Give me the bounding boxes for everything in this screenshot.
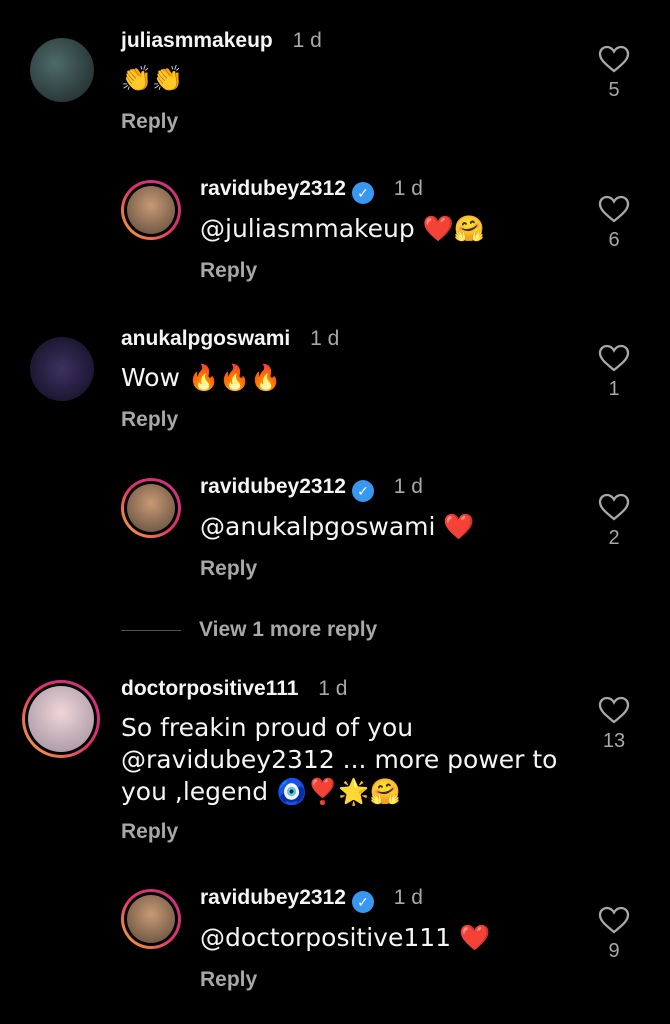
avatar[interactable] <box>121 478 181 538</box>
like-count: 2 <box>608 527 620 549</box>
timestamp: 1 d <box>318 677 348 700</box>
heart-icon[interactable] <box>598 195 630 223</box>
reply-button[interactable]: Reply <box>121 820 178 844</box>
heart-icon[interactable] <box>598 906 630 934</box>
comment-text-line: @ravidubey2312 ... more power to <box>121 745 558 774</box>
comment-text: So freakin proud of you @ravidubey2312 .… <box>121 712 557 808</box>
heart-icon[interactable] <box>598 45 630 73</box>
heart-icon[interactable] <box>598 344 630 372</box>
verified-badge-icon: ✓ <box>351 891 374 913</box>
timestamp: 1 d <box>393 475 423 498</box>
reply-button[interactable]: Reply <box>200 259 257 283</box>
avatar[interactable] <box>121 889 181 949</box>
like-count: 13 <box>602 730 626 752</box>
heart-icon[interactable] <box>598 493 630 521</box>
like-button[interactable]: 13 <box>596 696 632 753</box>
divider <box>121 629 181 631</box>
view-more-label: View 1 more reply <box>199 618 378 641</box>
comment-text: @anukalpgoswami ❤️ <box>200 512 475 541</box>
timestamp: 1 d <box>310 327 340 350</box>
verified-badge-icon: ✓ <box>351 480 374 502</box>
like-button[interactable]: 5 <box>596 45 632 102</box>
reply-button[interactable]: Reply <box>121 110 178 134</box>
like-button[interactable]: 1 <box>596 344 632 401</box>
reply-button[interactable]: Reply <box>200 557 257 581</box>
username[interactable]: ravidubey2312 <box>200 475 346 498</box>
comment-text: Wow 🔥🔥🔥 <box>121 363 282 392</box>
username[interactable]: ravidubey2312 <box>200 886 346 909</box>
like-button[interactable]: 9 <box>596 906 632 963</box>
avatar[interactable] <box>121 180 181 240</box>
view-more-replies-button[interactable]: View 1 more reply <box>121 618 377 642</box>
like-count: 9 <box>608 940 620 962</box>
like-count: 6 <box>608 229 620 251</box>
avatar[interactable] <box>30 38 94 102</box>
like-button[interactable]: 6 <box>596 195 632 252</box>
avatar[interactable] <box>22 680 100 758</box>
comment-text-line: So freakin proud of you <box>121 713 414 742</box>
comment-text: @juliasmmakeup ❤️🤗 <box>200 214 485 243</box>
username[interactable]: doctorpositive111 <box>121 677 298 700</box>
comment-text-line: you ,legend 🧿❣️🌟🤗 <box>121 777 401 806</box>
like-count: 5 <box>608 79 620 101</box>
like-button[interactable]: 2 <box>596 493 632 550</box>
timestamp: 1 d <box>292 29 322 52</box>
timestamp: 1 d <box>393 886 423 909</box>
like-count: 1 <box>608 378 620 400</box>
heart-icon[interactable] <box>598 696 630 724</box>
comment-text: 👏👏 <box>121 64 184 93</box>
reply-button[interactable]: Reply <box>121 408 178 432</box>
verified-badge-icon: ✓ <box>351 182 374 204</box>
comment-text: @doctorpositive111 ❤️ <box>200 923 491 952</box>
timestamp: 1 d <box>393 177 423 200</box>
username[interactable]: ravidubey2312 <box>200 177 346 200</box>
username[interactable]: anukalpgoswami <box>121 327 290 350</box>
reply-button[interactable]: Reply <box>200 968 257 992</box>
username[interactable]: juliasmmakeup <box>121 29 273 52</box>
avatar[interactable] <box>30 337 94 401</box>
